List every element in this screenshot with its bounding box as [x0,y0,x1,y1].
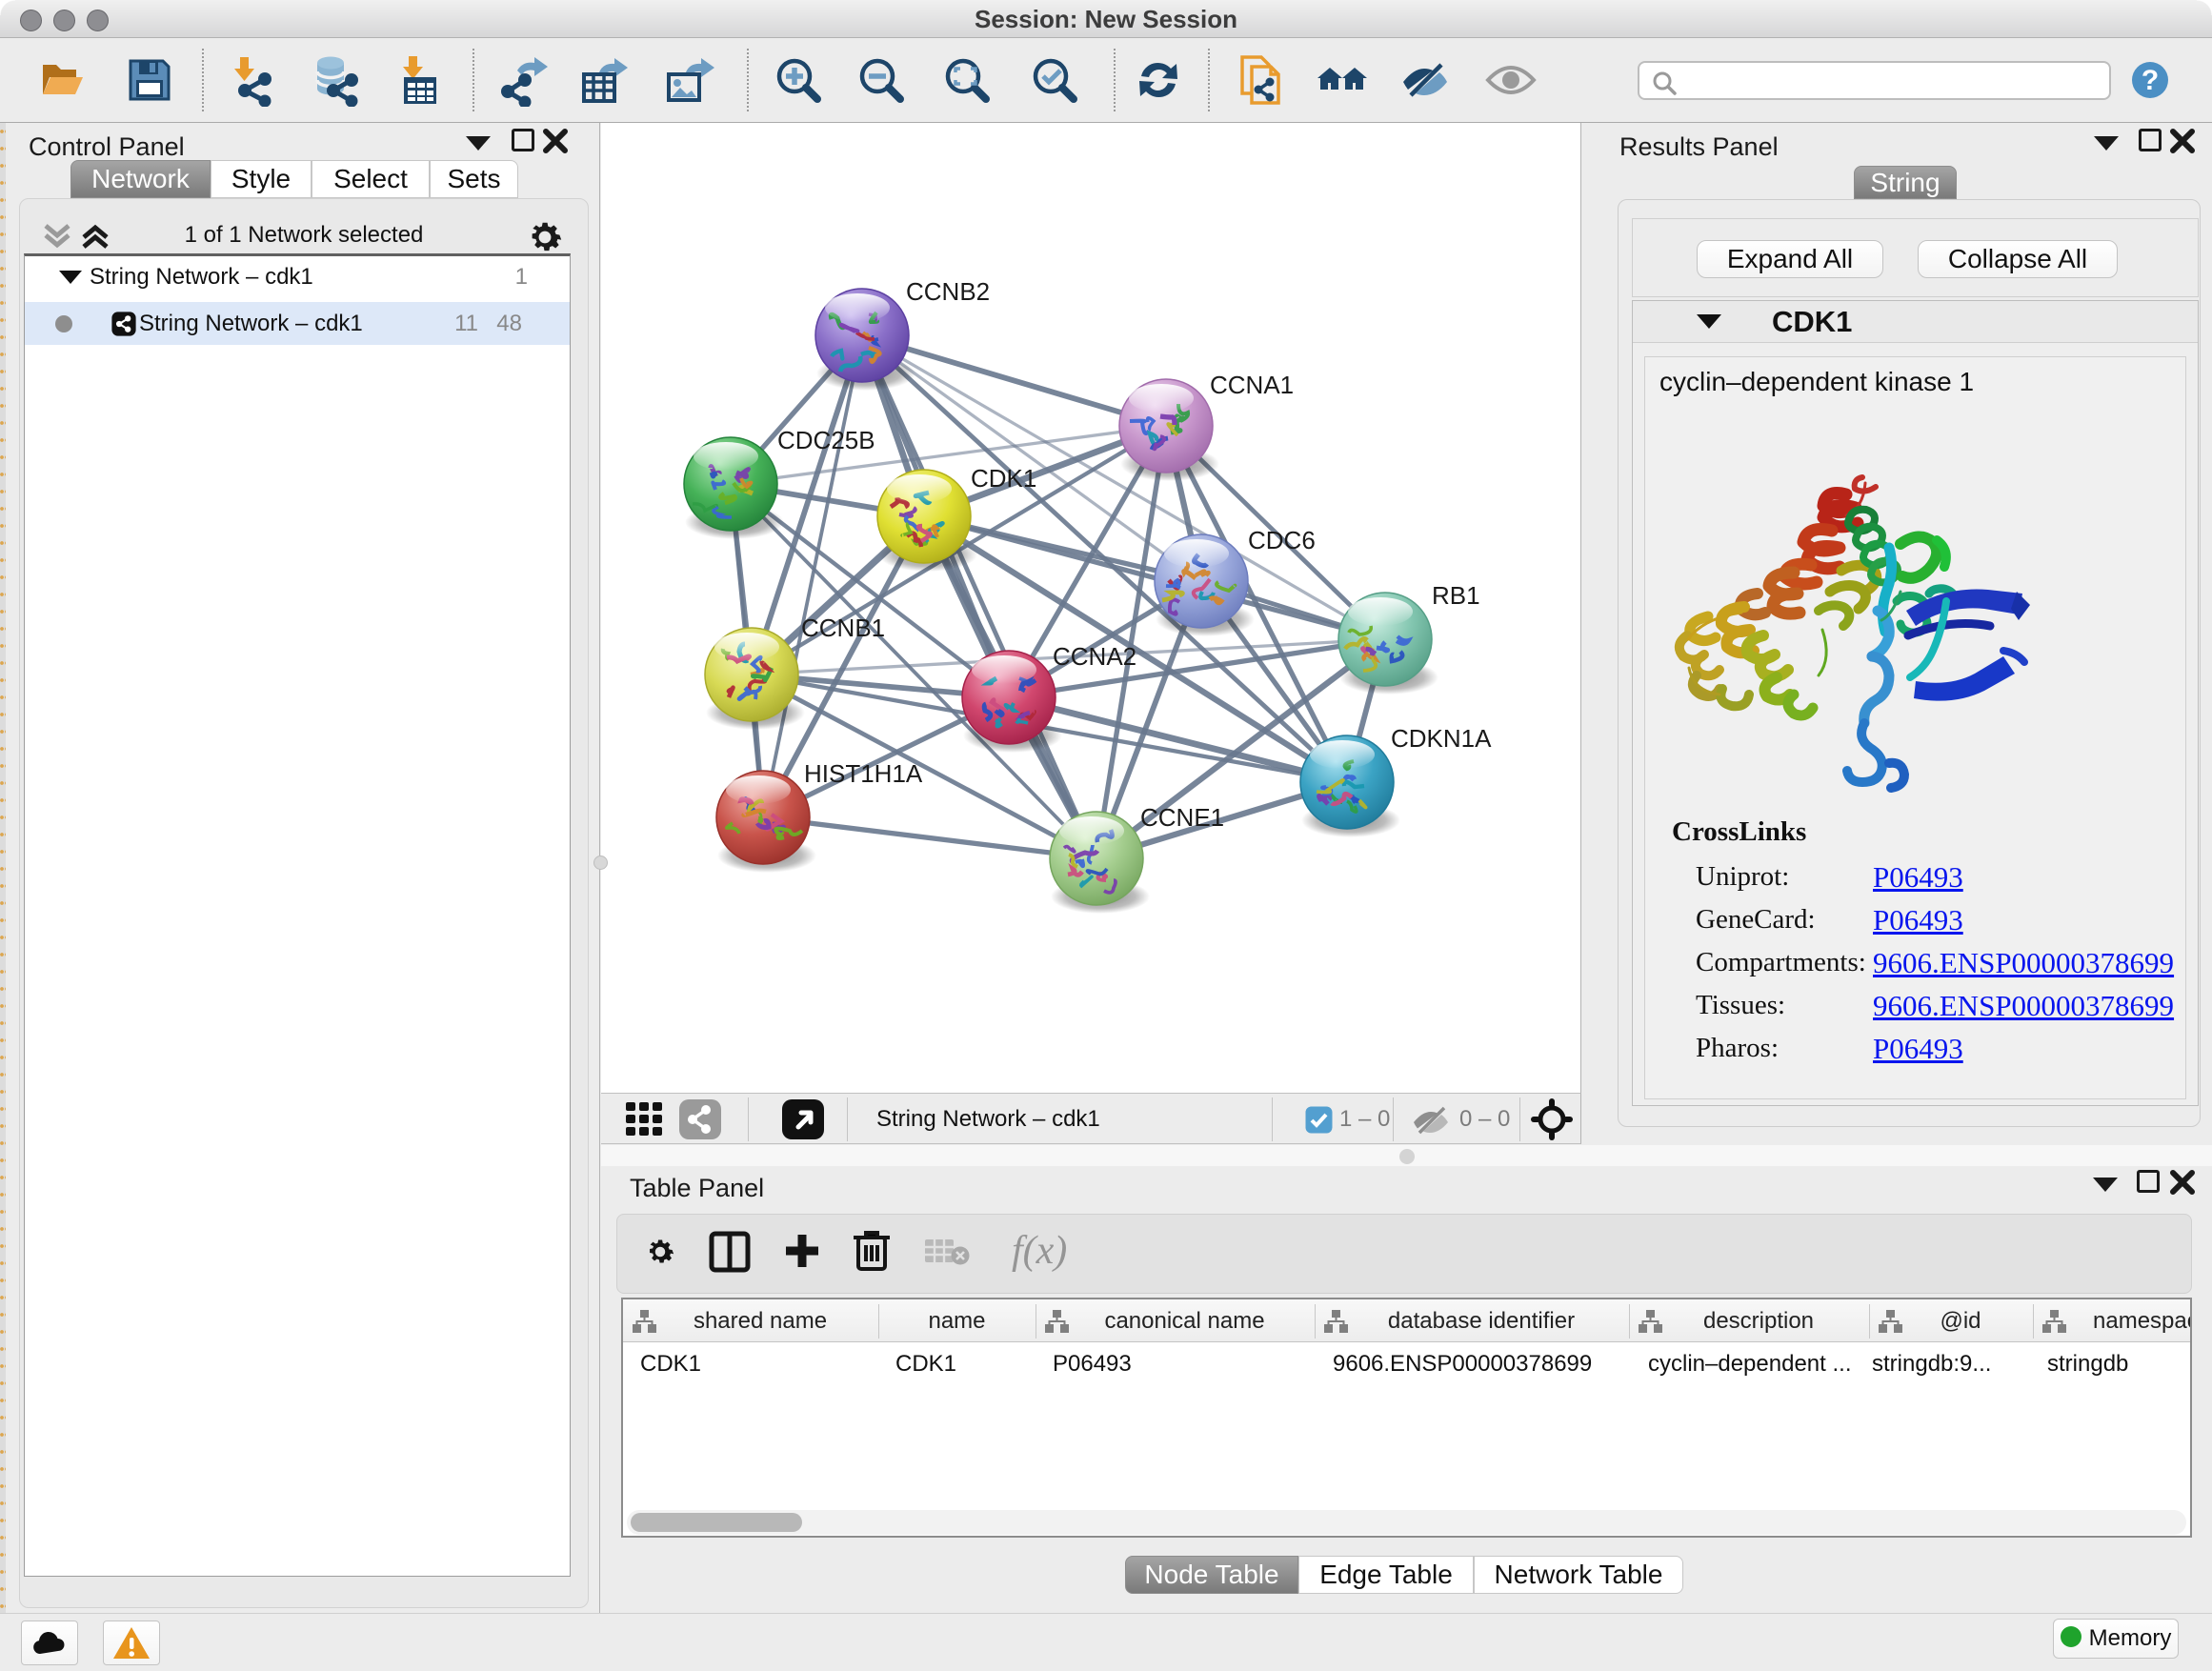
svg-text:CDC25B: CDC25B [777,426,875,454]
svg-text:CCNB2: CCNB2 [906,277,990,306]
svg-text:CCNE1: CCNE1 [1140,803,1224,832]
svg-text:CDKN1A: CDKN1A [1391,724,1492,753]
svg-text:CCNA1: CCNA1 [1210,371,1294,399]
svg-text:CCNA2: CCNA2 [1053,642,1136,671]
svg-text:CDK1: CDK1 [971,464,1036,493]
svg-text:CCNB1: CCNB1 [801,614,885,642]
svg-text:?: ? [2142,65,2159,96]
svg-text:CDC6: CDC6 [1248,526,1316,554]
svg-text:HIST1H1A: HIST1H1A [804,759,923,788]
svg-text:RB1: RB1 [1432,581,1480,610]
